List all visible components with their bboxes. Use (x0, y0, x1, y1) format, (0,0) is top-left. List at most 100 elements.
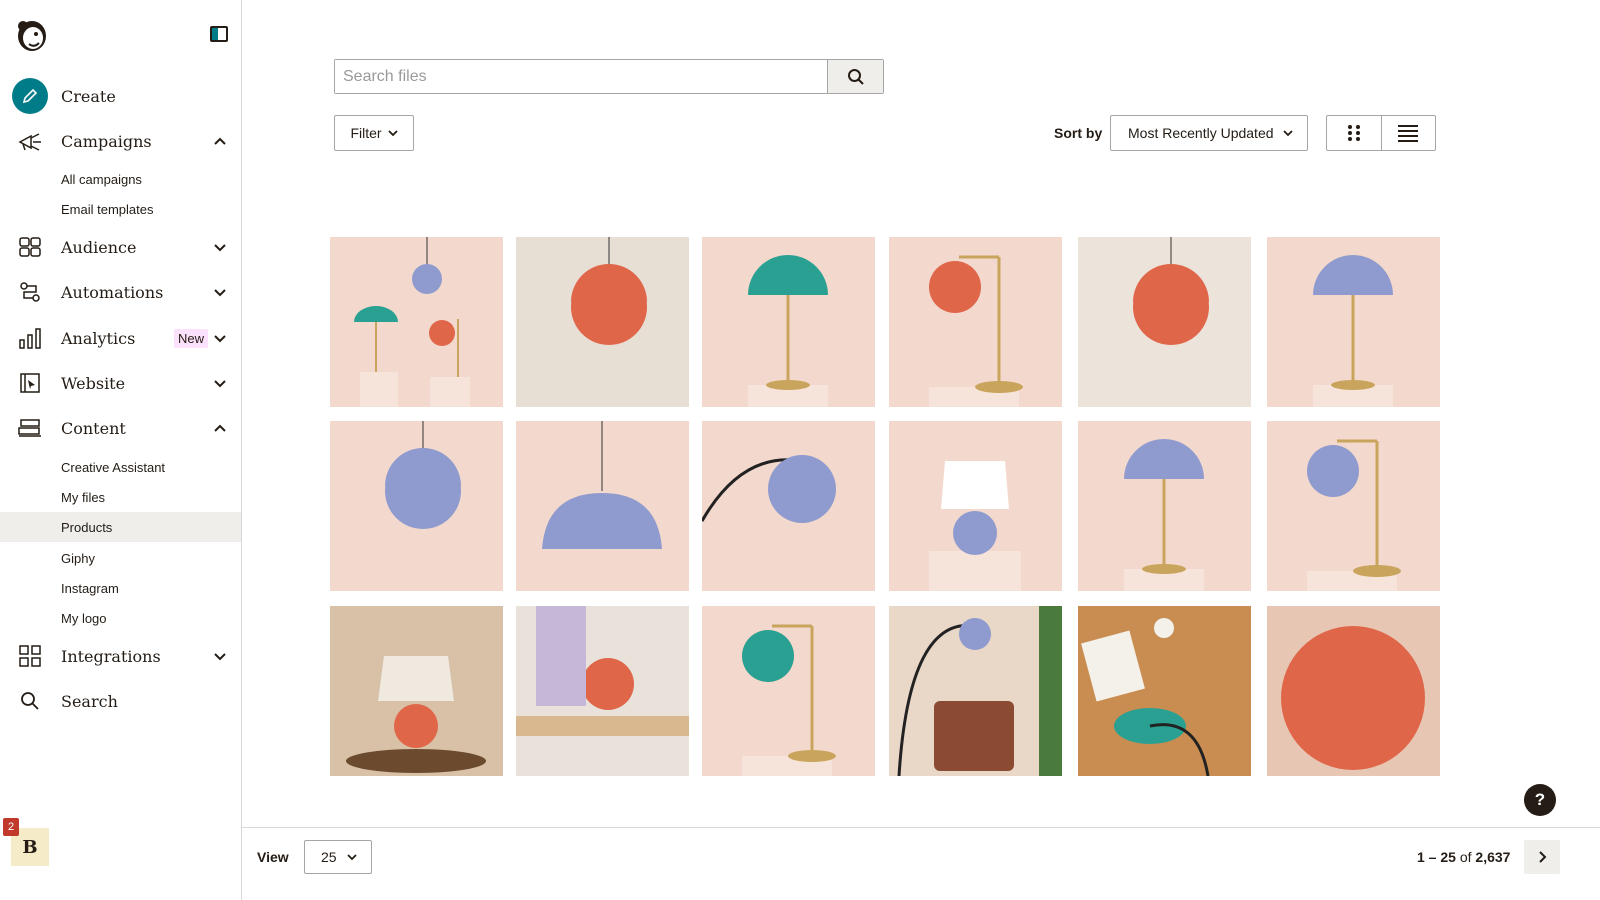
product-image (1267, 421, 1440, 591)
product-image (889, 606, 1062, 776)
sidebar-item-label: Creative Assistant (61, 459, 166, 475)
grid-view-button[interactable] (1327, 116, 1382, 150)
search-icon (16, 687, 44, 715)
nav-analytics-label: Analytics (61, 328, 136, 348)
chevron-down-icon (214, 289, 226, 297)
image-thumbnail[interactable] (702, 421, 875, 591)
image-thumbnail[interactable] (1078, 421, 1251, 591)
sidebar-item-instagram[interactable]: Instagram (0, 573, 241, 603)
grid-icon (1347, 125, 1360, 141)
image-thumbnail[interactable] (889, 421, 1062, 591)
product-image (702, 237, 875, 407)
product-image (1078, 237, 1251, 407)
image-thumbnail[interactable] (702, 606, 875, 776)
per-page-select[interactable]: 25 (304, 840, 372, 874)
nav-integrations[interactable]: Integrations (0, 636, 241, 676)
sort-select[interactable]: Most Recently Updated (1110, 115, 1308, 151)
new-badge: New (174, 329, 209, 348)
nav-website-label: Website (61, 373, 126, 393)
nav-automations-label: Automations (61, 282, 164, 302)
chevron-down-icon (1283, 130, 1293, 137)
image-thumbnail[interactable] (1267, 421, 1440, 591)
image-thumbnail[interactable] (702, 237, 875, 407)
list-view-button[interactable] (1382, 116, 1436, 150)
product-image (516, 237, 689, 407)
chevron-down-icon (214, 653, 226, 661)
filter-button[interactable]: Filter (334, 115, 414, 151)
nav-campaigns[interactable]: Campaigns (0, 121, 241, 161)
search-input[interactable] (335, 60, 827, 93)
image-thumbnail[interactable] (889, 237, 1062, 407)
sidebar-item-my-logo[interactable]: My logo (0, 603, 241, 633)
collapse-sidebar-icon[interactable] (210, 26, 228, 42)
bar-chart-icon (16, 324, 44, 352)
product-image (1078, 606, 1251, 776)
sidebar-item-all-campaigns[interactable]: All campaigns (0, 164, 241, 194)
sidebar-item-label: My logo (61, 610, 107, 626)
sidebar-item-label: Products (61, 519, 113, 535)
chevron-down-icon (346, 854, 357, 861)
megaphone-icon (16, 127, 44, 155)
list-icon (1398, 125, 1419, 142)
nav-search[interactable]: Search (0, 681, 241, 721)
page-info: 1 – 25 of 2,637 (1417, 849, 1510, 865)
pencil-icon (12, 78, 48, 114)
view-label: View (257, 849, 289, 865)
nav-content[interactable]: Content (0, 408, 241, 448)
image-thumbnail[interactable] (330, 237, 503, 407)
image-thumbnail[interactable] (1267, 606, 1440, 776)
nav-audience[interactable]: Audience (0, 227, 241, 267)
nav-create[interactable]: Create (0, 76, 241, 116)
sidebar-item-email-templates[interactable]: Email templates (0, 194, 241, 224)
sidebar-item-giphy[interactable]: Giphy (0, 543, 241, 573)
search-button[interactable] (827, 60, 883, 93)
product-image (889, 421, 1062, 591)
next-page-button[interactable] (1524, 840, 1560, 874)
product-image (330, 421, 503, 591)
image-thumbnail[interactable] (1267, 237, 1440, 407)
nav-website[interactable]: Website (0, 363, 241, 403)
product-image (1078, 421, 1251, 591)
image-thumbnail[interactable] (1078, 606, 1251, 776)
chevron-down-icon (214, 335, 226, 343)
help-button[interactable]: ? (1524, 784, 1556, 816)
nav-audience-label: Audience (61, 237, 137, 257)
search-icon (847, 68, 864, 85)
nav-create-label: Create (61, 86, 116, 106)
nav-automations[interactable]: Automations (0, 272, 241, 312)
image-thumbnail[interactable] (516, 606, 689, 776)
sidebar-item-creative-assistant[interactable]: Creative Assistant (0, 452, 241, 482)
image-thumbnail[interactable] (516, 237, 689, 407)
image-thumbnail[interactable] (516, 421, 689, 591)
nav-integrations-label: Integrations (61, 646, 161, 666)
sidebar-item-label: My files (61, 489, 106, 505)
audience-icon (16, 233, 44, 261)
content-icon (16, 414, 44, 442)
image-thumbnail[interactable] (1078, 237, 1251, 407)
sidebar-item-label: Giphy (61, 550, 95, 566)
sidebar-item-my-files[interactable]: My files (0, 482, 241, 512)
notification-badge: 2 (3, 818, 19, 836)
product-image (516, 421, 689, 591)
product-image (516, 606, 689, 776)
product-image (330, 237, 503, 407)
image-thumbnail[interactable] (330, 606, 503, 776)
sidebar: Create Campaigns All campaigns Email tem… (0, 0, 242, 900)
product-image (1267, 606, 1440, 776)
page-range: 1 – 25 (1417, 849, 1456, 865)
chevron-right-icon (1539, 851, 1547, 863)
image-thumbnail[interactable] (330, 421, 503, 591)
chevron-down-icon (387, 130, 398, 137)
sidebar-item-label: All campaigns (61, 171, 142, 187)
mailchimp-logo-icon[interactable] (12, 14, 50, 54)
sidebar-item-products[interactable]: Products (0, 512, 241, 542)
integrations-icon (16, 642, 44, 670)
sort-label: Sort by (1054, 125, 1103, 141)
sort-value: Most Recently Updated (1128, 125, 1274, 141)
image-thumbnail[interactable] (889, 606, 1062, 776)
chevron-up-icon (214, 137, 226, 145)
nav-search-label: Search (61, 691, 118, 711)
chevron-down-icon (214, 380, 226, 388)
nav-analytics[interactable]: Analytics New (0, 318, 241, 358)
view-toggle (1326, 115, 1436, 151)
